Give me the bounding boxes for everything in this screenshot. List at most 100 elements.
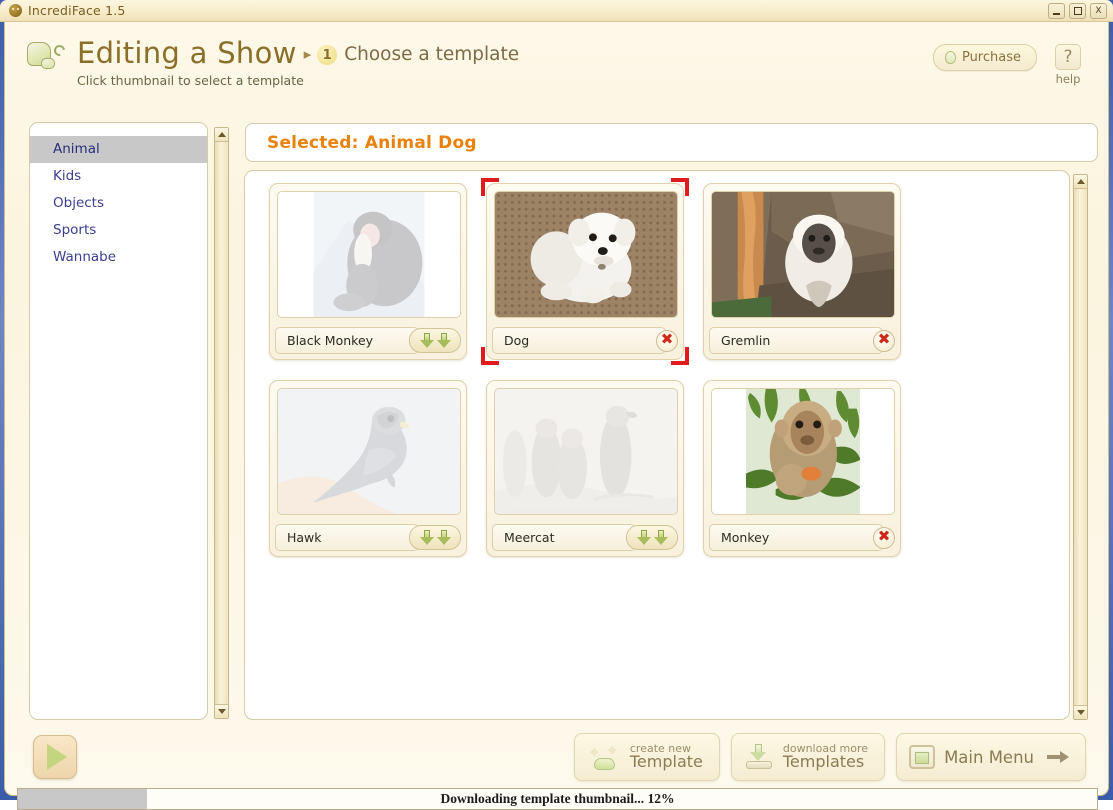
triangle-down-icon — [218, 709, 226, 714]
template-card-footer: Gremlin ✖ — [709, 327, 895, 354]
download-template-button[interactable] — [626, 525, 678, 550]
template-card-footer: Hawk — [275, 524, 461, 551]
play-show-button[interactable] — [33, 735, 77, 779]
black-monkey-photo — [278, 192, 460, 317]
delete-template-button[interactable]: ✖ — [873, 330, 895, 352]
title-bar: IncrediFace 1.5 X — [0, 0, 1113, 22]
status-text: Downloading template thumbnail... 12% — [18, 791, 1097, 807]
sidebar-item-wannabe[interactable]: Wannabe — [30, 244, 207, 271]
sidebar-scroll-up-button[interactable] — [215, 128, 228, 142]
template-thumbnail-frame — [494, 191, 678, 318]
template-card-monkey[interactable]: Monkey ✖ — [703, 380, 901, 557]
main-menu-label: Main Menu — [944, 748, 1034, 767]
hawk-photo — [278, 389, 460, 514]
template-grid: Black Monkey — [269, 179, 1069, 557]
tamarin-monkey-photo — [712, 192, 894, 317]
selected-template-banner: Selected: Animal Dog — [245, 123, 1098, 162]
step-label: Choose a template — [344, 36, 519, 74]
download-arrow-icon — [437, 333, 451, 349]
purchase-label: Purchase — [962, 50, 1021, 65]
gallery-scrollbar[interactable] — [1073, 174, 1088, 720]
download-template-button[interactable] — [409, 328, 461, 353]
template-thumbnail-frame — [277, 388, 461, 515]
download-arrow-icon — [420, 333, 434, 349]
maximize-icon — [1074, 7, 1082, 15]
page-header: Editing a Show ▸ 1 Choose a template Cli… — [25, 36, 1085, 108]
stars-icon: ✦ ✦ — [587, 743, 621, 771]
download-more-templates-button[interactable]: download more Templates — [731, 733, 885, 781]
triangle-up-icon — [1077, 179, 1085, 184]
sidebar-scroll-down-button[interactable] — [215, 704, 228, 718]
meerkats-photo — [495, 389, 677, 514]
macaque-photo — [746, 389, 861, 514]
title-bar-left: IncrediFace 1.5 — [0, 3, 126, 18]
close-icon: ✖ — [878, 529, 891, 544]
template-name: Black Monkey — [275, 327, 419, 354]
download-arrow-icon — [654, 530, 668, 546]
gallery-scroll-up-button[interactable] — [1074, 175, 1087, 189]
header-actions: Purchase ? help — [933, 44, 1085, 86]
minimize-button[interactable] — [1048, 3, 1065, 19]
sidebar-item-sports[interactable]: Sports — [30, 217, 207, 244]
create-new-template-button[interactable]: ✦ ✦ create new Template — [574, 733, 720, 781]
template-card-hawk[interactable]: Hawk — [269, 380, 467, 557]
hand-rotate-icon — [25, 40, 69, 76]
purchase-button[interactable]: Purchase — [933, 44, 1037, 71]
gallery-scroll-down-button[interactable] — [1074, 705, 1087, 719]
delete-template-button[interactable]: ✖ — [656, 330, 678, 352]
download-arrow-icon — [437, 530, 451, 546]
template-thumbnail-frame — [494, 388, 678, 515]
close-icon: ✖ — [661, 332, 674, 347]
selected-template-label: Selected: Animal Dog — [267, 133, 477, 153]
close-button[interactable]: X — [1090, 3, 1107, 19]
maximize-button[interactable] — [1069, 3, 1086, 19]
triangle-down-icon — [1077, 710, 1085, 715]
help-button[interactable]: ? — [1055, 44, 1081, 70]
breadcrumb-separator-icon: ▸ — [304, 36, 312, 74]
app-body: Editing a Show ▸ 1 Choose a template Cli… — [4, 22, 1109, 796]
template-card-footer: Meercat — [492, 524, 678, 551]
template-card-footer: Dog ✖ — [492, 327, 678, 354]
template-card-meercat[interactable]: Meercat — [486, 380, 684, 557]
delete-template-button[interactable]: ✖ — [873, 527, 895, 549]
create-new-template-big-label: Template — [630, 754, 703, 771]
white-dog-photo — [495, 192, 677, 317]
play-icon — [47, 744, 67, 770]
template-name: Gremlin — [709, 327, 883, 354]
category-sidebar: Animal Kids Objects Sports Wannabe — [29, 122, 208, 720]
window-controls: X — [1048, 3, 1107, 19]
template-name: Monkey — [709, 524, 883, 551]
header-title-row: Editing a Show ▸ 1 Choose a template — [25, 36, 1085, 76]
window-title: IncrediFace 1.5 — [28, 3, 126, 18]
window-icon — [909, 745, 935, 769]
help-group: ? help — [1051, 44, 1085, 86]
sidebar-item-animal[interactable]: Animal — [30, 136, 207, 163]
template-card-dog[interactable]: Dog ✖ — [486, 183, 684, 360]
page-title: Editing a Show — [77, 36, 297, 70]
download-template-button[interactable] — [409, 525, 461, 550]
minimize-icon — [1053, 13, 1060, 15]
sidebar-item-objects[interactable]: Objects — [30, 190, 207, 217]
close-icon: ✖ — [878, 332, 891, 347]
help-label: help — [1051, 72, 1085, 86]
template-name: Hawk — [275, 524, 419, 551]
template-name: Meercat — [492, 524, 636, 551]
template-thumbnail-frame — [711, 191, 895, 318]
application-window: IncrediFace 1.5 X Editing a Show ▸ 1 Cho… — [0, 0, 1113, 800]
sidebar-item-kids[interactable]: Kids — [30, 163, 207, 190]
template-card-black-monkey[interactable]: Black Monkey — [269, 183, 467, 360]
smiley-icon — [9, 4, 22, 17]
download-arrow-icon — [420, 530, 434, 546]
template-card-footer: Black Monkey — [275, 327, 461, 354]
step-number-badge: 1 — [317, 45, 337, 65]
bottom-toolbar: ✦ ✦ create new Template download more Te… — [574, 733, 1086, 781]
template-card-gremlin[interactable]: Gremlin ✖ — [703, 183, 901, 360]
selection-corner-icon — [481, 178, 499, 196]
template-name: Dog — [492, 327, 666, 354]
template-gallery-panel: Black Monkey — [244, 170, 1070, 720]
download-arrow-icon — [637, 530, 651, 546]
triangle-up-icon — [218, 132, 226, 137]
main-menu-button[interactable]: Main Menu — [896, 733, 1086, 781]
sidebar-scrollbar[interactable] — [214, 127, 229, 719]
template-card-footer: Monkey ✖ — [709, 524, 895, 551]
